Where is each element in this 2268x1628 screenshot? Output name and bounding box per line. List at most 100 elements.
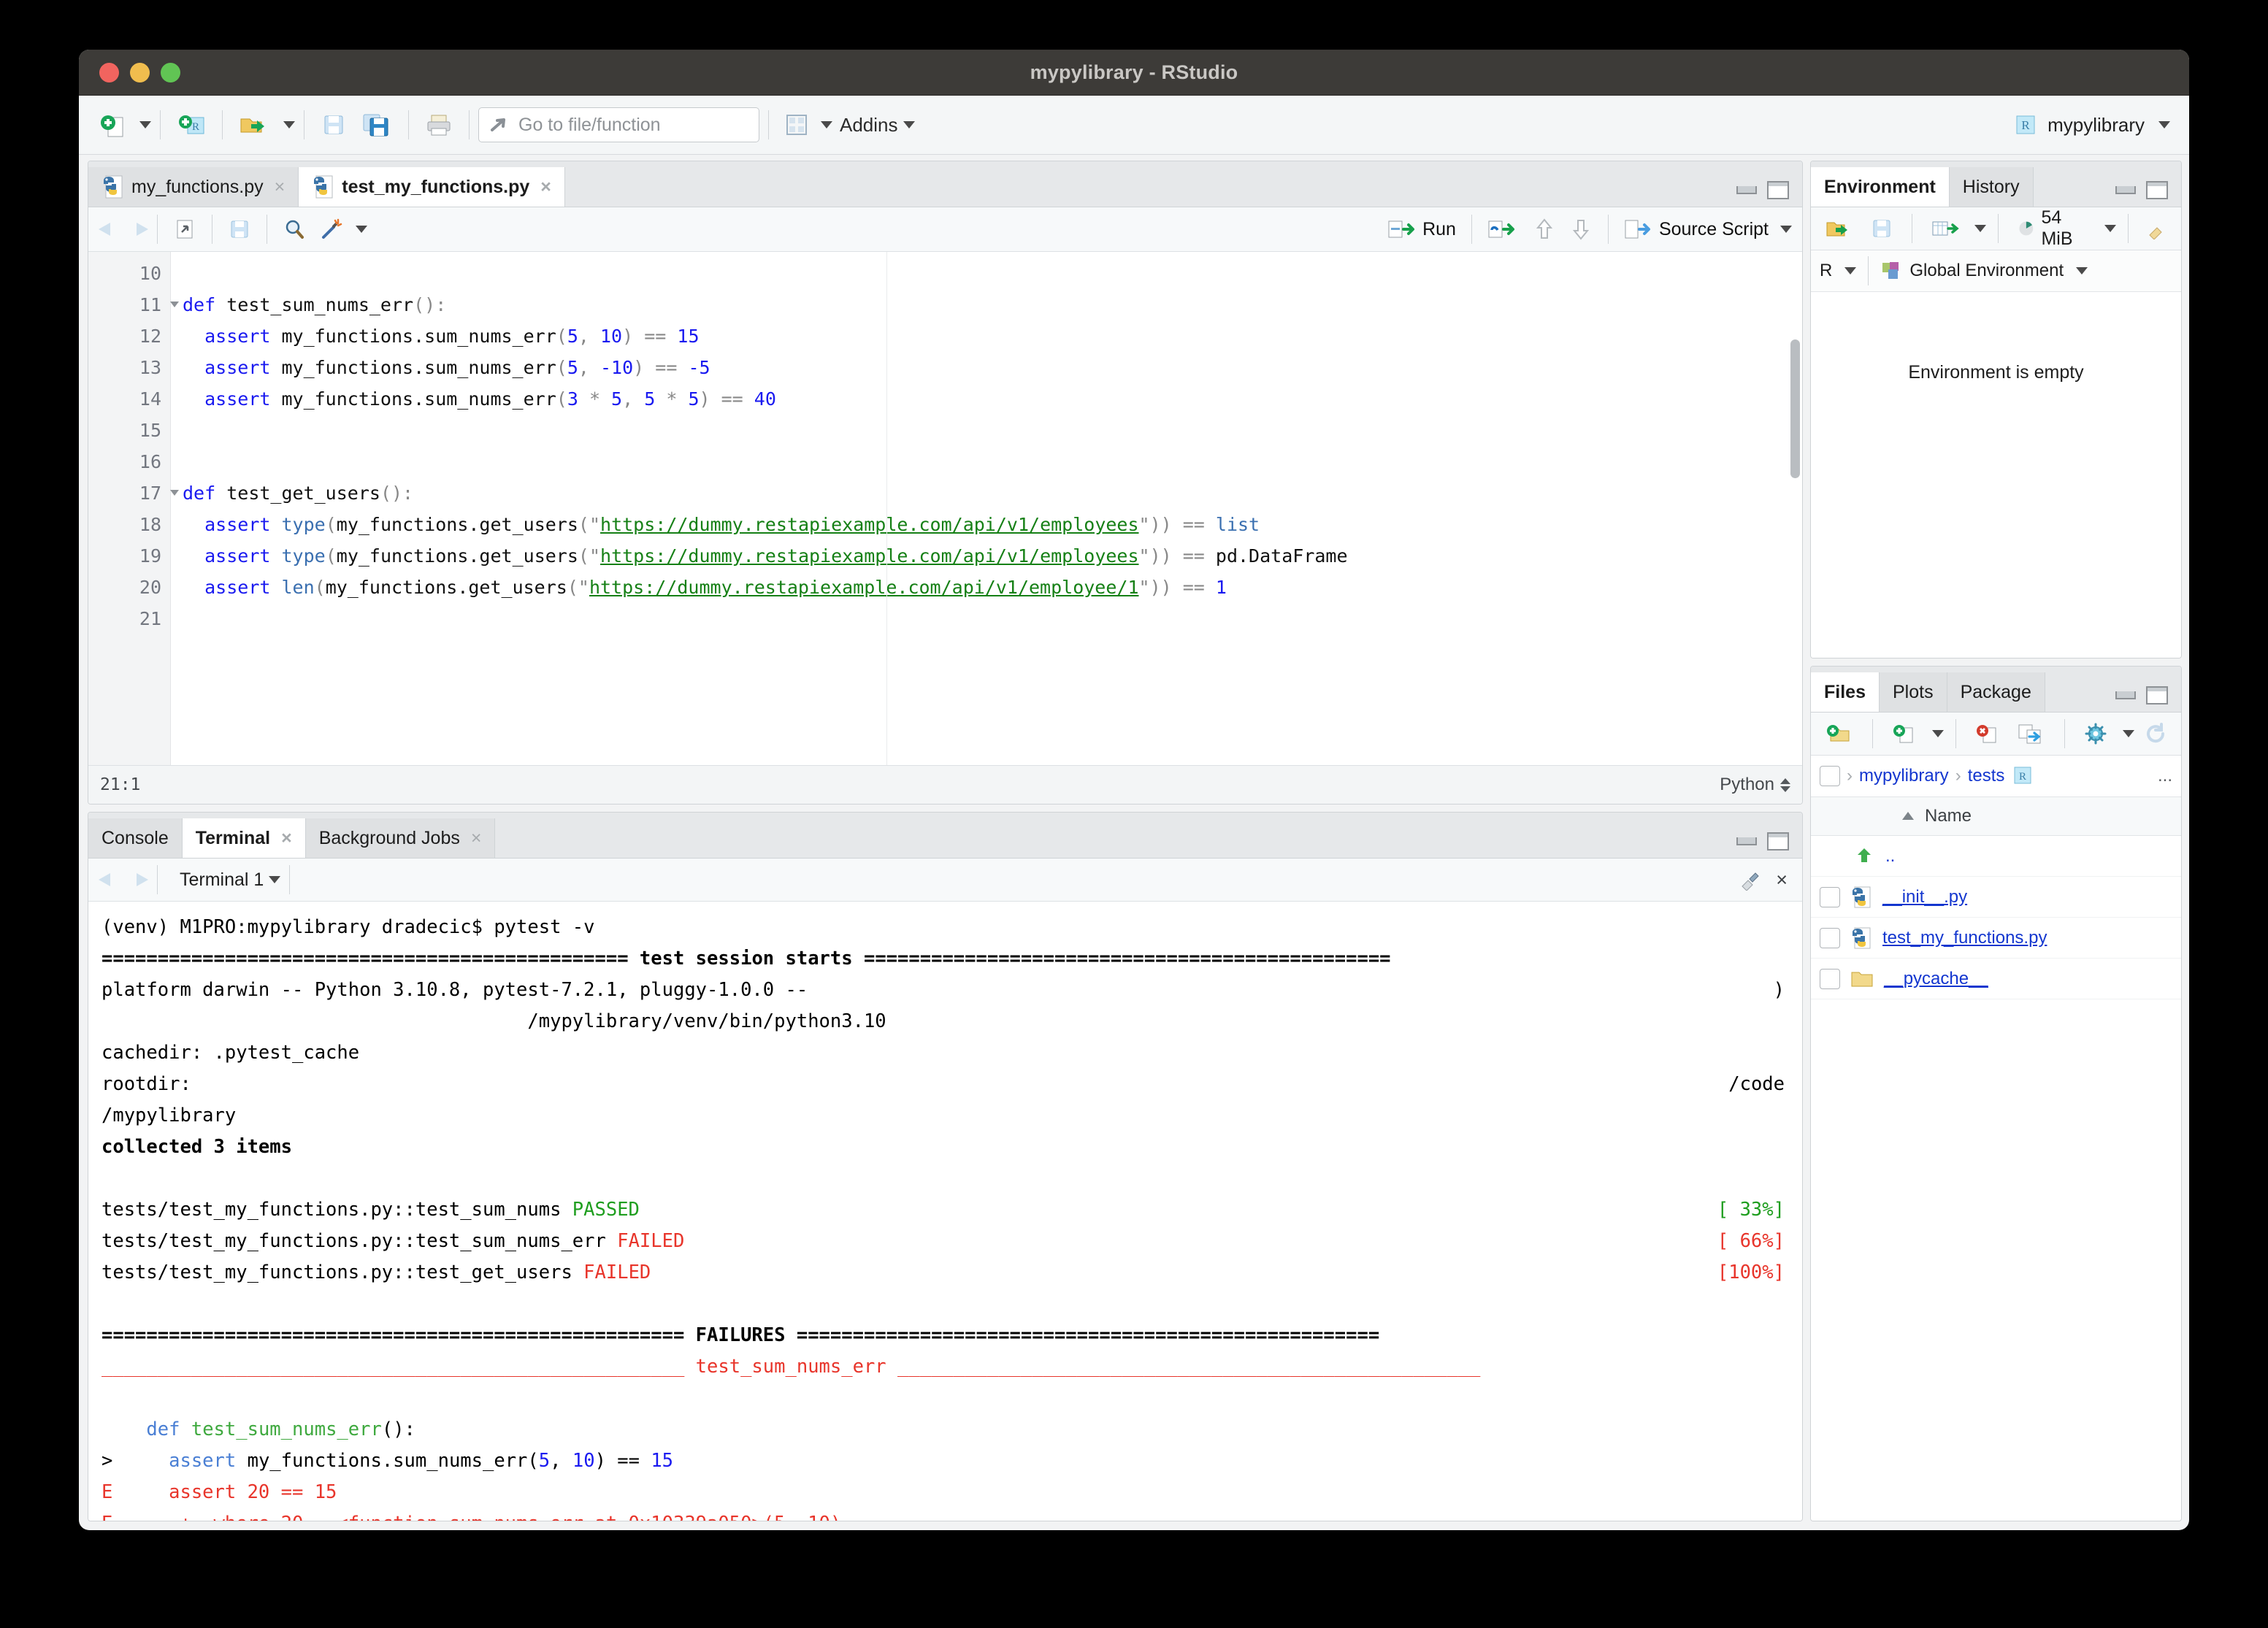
popout-icon[interactable]	[166, 208, 203, 250]
console-window-controls[interactable]	[1736, 832, 1802, 858]
minimize-pane-icon[interactable]	[2115, 691, 2136, 699]
environment-language-label[interactable]: R	[1820, 261, 1832, 281]
tab-plots[interactable]: Plots	[1879, 672, 1947, 712]
source-tab-my-functions[interactable]: my_functions.py ×	[88, 167, 299, 207]
tab-terminal[interactable]: Terminal ×	[182, 818, 306, 858]
new-blank-file-caret[interactable]	[1932, 730, 1944, 737]
close-tab-icon[interactable]: ×	[471, 828, 482, 849]
code-editor[interactable]: 10 11 12 13 14 15 16 17 18 19 20 21 def test_sum_nu…	[88, 252, 1802, 765]
source-script-caret[interactable]	[1780, 226, 1792, 233]
url-link[interactable]: https://dummy.restapiexample.com/api/v1/…	[589, 577, 1139, 598]
file-name-link[interactable]: __pycache__	[1884, 969, 1988, 989]
environment-scope-caret[interactable]	[2076, 267, 2088, 274]
maximize-pane-icon[interactable]	[2146, 686, 2168, 704]
chevron-updown-icon[interactable]	[1780, 777, 1790, 792]
code-line[interactable]: def test_sum_nums_err():	[183, 289, 1802, 320]
source-script-button[interactable]: Source Script	[1617, 208, 1775, 250]
tab-environment[interactable]: Environment	[1811, 167, 1950, 207]
refresh-icon[interactable]	[2137, 713, 2174, 755]
environment-scope-label[interactable]: Global Environment	[1909, 261, 2064, 281]
editor-scrollbar[interactable]	[1790, 339, 1800, 478]
close-tab-icon[interactable]: ×	[281, 828, 292, 849]
import-dataset-icon[interactable]	[1924, 207, 1966, 250]
minimize-pane-icon[interactable]	[1736, 186, 1757, 194]
maximize-pane-icon[interactable]	[2146, 181, 2168, 199]
tab-background-jobs[interactable]: Background Jobs ×	[305, 818, 496, 858]
back-arrow-icon[interactable]	[99, 870, 123, 889]
new-blank-file-icon[interactable]	[1885, 713, 1924, 755]
more-gear-caret[interactable]	[2123, 730, 2134, 737]
code-line[interactable]: assert type(my_functions.get_users("http…	[183, 540, 1802, 572]
code-line[interactable]: def test_get_users():	[183, 477, 1802, 509]
file-checkbox[interactable]	[1820, 968, 1840, 989]
new-project-icon[interactable]: R	[169, 104, 213, 146]
file-row[interactable]: __pycache__	[1811, 959, 2181, 999]
open-file-dropdown-caret[interactable]	[283, 121, 295, 128]
more-gear-icon[interactable]	[2077, 713, 2115, 755]
print-icon[interactable]	[418, 104, 460, 146]
save-workspace-icon[interactable]	[1863, 207, 1900, 250]
breadcrumb-item-mypylibrary[interactable]: mypylibrary	[1859, 766, 1949, 786]
file-row[interactable]: ..	[1811, 836, 2181, 877]
addins-caret[interactable]	[903, 121, 915, 128]
up-arrow-icon[interactable]	[1526, 208, 1563, 250]
save-icon[interactable]	[221, 208, 258, 250]
new-folder-icon[interactable]	[1818, 713, 1861, 755]
url-link[interactable]: https://dummy.restapiexample.com/api/v1/…	[600, 514, 1139, 535]
file-checkbox[interactable]	[1820, 927, 1840, 948]
code-line[interactable]	[183, 415, 1802, 446]
rerun-icon[interactable]	[1481, 208, 1526, 250]
load-workspace-icon[interactable]	[1818, 207, 1861, 250]
terminal-output-area[interactable]: (venv) M1PRO:mypylibrary dradecic$ pytes…	[88, 902, 1802, 1521]
close-terminal-icon[interactable]: ×	[1776, 869, 1788, 891]
file-row[interactable]: test_my_functions.py	[1811, 918, 2181, 959]
code-line[interactable]	[183, 446, 1802, 477]
environment-language-caret[interactable]	[1844, 267, 1857, 274]
panes-layout-caret[interactable]	[821, 121, 832, 128]
file-row[interactable]: __init__.py	[1811, 877, 2181, 918]
tab-files[interactable]: Files	[1811, 672, 1880, 712]
open-file-icon[interactable]	[231, 104, 278, 146]
terminal-selector-caret[interactable]	[269, 876, 281, 883]
import-dataset-caret[interactable]	[1974, 225, 1986, 232]
maximize-pane-icon[interactable]	[1767, 181, 1789, 199]
new-file-icon[interactable]	[92, 104, 134, 146]
magic-wand-icon[interactable]	[313, 208, 350, 250]
delete-icon[interactable]	[1968, 713, 2007, 755]
forward-arrow-icon[interactable]	[123, 220, 148, 239]
breadcrumb-item-tests[interactable]: tests	[1968, 766, 2005, 786]
tab-history[interactable]: History	[1949, 167, 2034, 207]
project-selector[interactable]: R mypylibrary	[2012, 112, 2176, 137]
save-all-icon[interactable]	[354, 104, 399, 146]
new-file-dropdown-caret[interactable]	[139, 121, 151, 128]
panes-layout-icon[interactable]	[778, 104, 816, 146]
code-content[interactable]: def test_sum_nums_err(): assert my_funct…	[171, 252, 1802, 765]
code-line[interactable]: assert my_functions.sum_nums_err(3 * 5, …	[183, 383, 1802, 415]
file-checkbox[interactable]	[1820, 886, 1840, 907]
source-tab-test-my-functions[interactable]: test_my_functions.py ×	[299, 167, 565, 207]
project-caret[interactable]	[2158, 121, 2170, 128]
language-selector[interactable]: Python	[1720, 775, 1790, 795]
maximize-pane-icon[interactable]	[1767, 832, 1789, 851]
code-line[interactable]	[183, 603, 1802, 634]
code-line[interactable]: assert my_functions.sum_nums_err(5, 10) …	[183, 320, 1802, 352]
files-column-header[interactable]: Name	[1811, 797, 2181, 836]
broom-icon[interactable]	[2140, 207, 2174, 250]
back-arrow-icon[interactable]	[99, 220, 123, 239]
rename-icon[interactable]	[2010, 713, 2053, 755]
code-line[interactable]	[183, 258, 1802, 289]
files-window-controls[interactable]	[2115, 686, 2181, 712]
url-link[interactable]: https://dummy.restapiexample.com/api/v1/…	[600, 545, 1139, 567]
file-name-link[interactable]: __init__.py	[1882, 887, 1967, 907]
magic-wand-caret[interactable]	[356, 226, 367, 233]
find-icon[interactable]	[276, 208, 313, 250]
code-line[interactable]: assert type(my_functions.get_users("http…	[183, 509, 1802, 540]
file-name-link[interactable]: test_my_functions.py	[1882, 928, 2047, 948]
tab-packages[interactable]: Package	[1947, 672, 2045, 712]
down-arrow-icon[interactable]	[1563, 208, 1599, 250]
minimize-pane-icon[interactable]	[1736, 837, 1757, 845]
close-tab-icon[interactable]: ×	[275, 177, 286, 198]
file-name-link[interactable]: ..	[1885, 846, 1895, 867]
source-window-controls[interactable]	[1736, 181, 1802, 207]
save-icon[interactable]	[313, 104, 354, 146]
